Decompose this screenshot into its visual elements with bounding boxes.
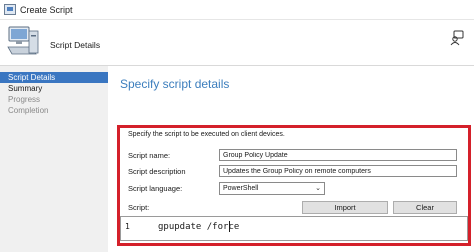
wizard-header: Script Details: [0, 20, 474, 66]
title-bar: Create Script: [0, 0, 474, 20]
script-code-text: gpupdate /force: [158, 222, 240, 232]
script-description-input[interactable]: [219, 165, 457, 177]
window-title: Create Script: [20, 5, 73, 15]
script-label: Script:: [128, 203, 150, 212]
sidebar-item-progress: Progress: [8, 95, 41, 104]
script-description-label: Script description: [128, 167, 186, 176]
script-name-label: Script name:: [128, 151, 171, 160]
wizard-page-title: Script Details: [50, 40, 101, 50]
sidebar-item-summary[interactable]: Summary: [0, 83, 108, 94]
script-language-label: Script language:: [128, 184, 183, 193]
instruction-text: Specify the script to be executed on cli…: [128, 131, 285, 138]
import-button[interactable]: Import: [302, 201, 388, 214]
chevron-down-icon: ⌄: [315, 185, 321, 192]
line-number: 1: [125, 222, 130, 231]
user-help-icon[interactable]: [450, 30, 464, 46]
script-language-value: PowerShell: [223, 185, 259, 192]
sidebar-item-script-details[interactable]: Script Details: [0, 72, 108, 83]
wizard-steps-sidebar: Script Details Summary Progress Completi…: [0, 66, 108, 252]
sidebar-item-completion: Completion: [8, 106, 49, 115]
page-heading: Specify script details: [120, 77, 230, 91]
script-editor[interactable]: 1 gpupdate /force: [120, 216, 468, 241]
text-cursor: [229, 221, 230, 232]
clear-button[interactable]: Clear: [393, 201, 457, 214]
main-panel: Specify script details Specify the scrip…: [108, 66, 474, 252]
script-name-input[interactable]: [219, 149, 457, 161]
script-language-dropdown[interactable]: PowerShell ⌄: [219, 182, 325, 195]
window-app-icon: [4, 4, 16, 15]
computer-wizard-icon: [7, 26, 39, 55]
